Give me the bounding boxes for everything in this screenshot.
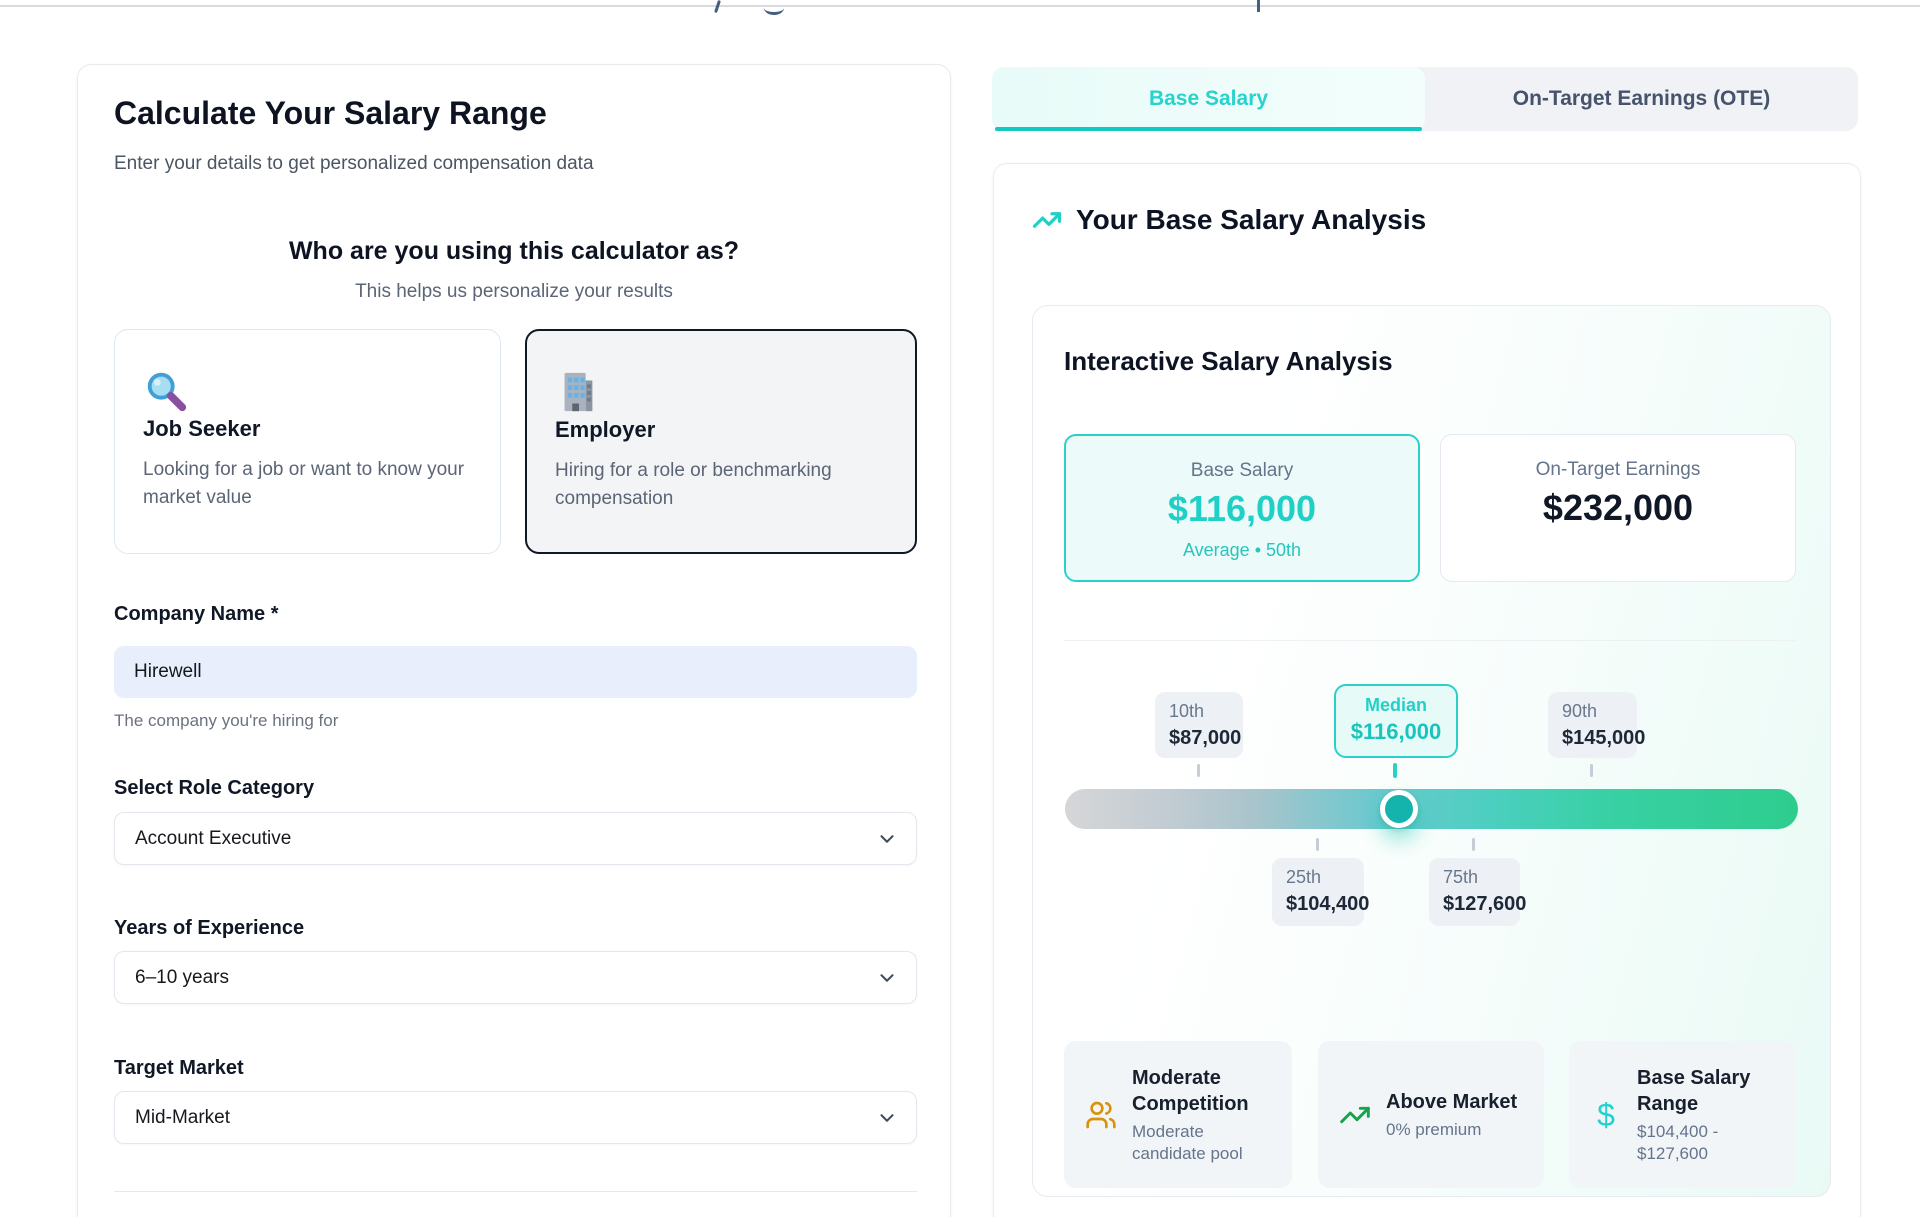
results-tabs: Base Salary On-Target Earnings (OTE)	[992, 67, 1858, 131]
slider-tick-90th	[1590, 764, 1593, 777]
insight-title: Moderate Competition	[1132, 1065, 1276, 1117]
analysis-heading-row: Your Base Salary Analysis	[1032, 204, 1426, 236]
tab-label: On-Target Earnings (OTE)	[1513, 87, 1770, 111]
target-market-select[interactable]: Mid-Market	[114, 1091, 917, 1144]
analysis-result-card: Your Base Salary Analysis Interactive Sa…	[993, 163, 1861, 1217]
form-title: Calculate Your Salary Range	[114, 95, 547, 132]
persona-option-job-seeker[interactable]: Job Seeker Looking for a job or want to …	[114, 329, 501, 554]
slider-tick-25th	[1316, 838, 1319, 851]
salary-calculator-page: Calculate Your Salary Range Enter your d…	[0, 0, 1920, 1217]
form-subtitle: Enter your details to get personalized c…	[114, 153, 594, 175]
active-tab-underline	[995, 127, 1422, 131]
persona-option-employer[interactable]: Employer Hiring for a role or benchmarki…	[525, 329, 917, 554]
percentile-value: $104,400	[1286, 893, 1364, 916]
percentile-label: Median	[1336, 695, 1456, 716]
insight-card-salary-range: $ Base Salary Range $104,400 - $127,600	[1569, 1041, 1796, 1188]
salary-slider-thumb[interactable]	[1380, 790, 1418, 828]
experience-label: Years of Experience	[114, 917, 304, 940]
stat-label: On-Target Earnings	[1441, 459, 1795, 481]
role-category-label: Select Role Category	[114, 777, 314, 800]
percentile-value: $87,000	[1169, 727, 1243, 750]
top-header-divider	[0, 5, 1920, 7]
chevron-down-icon	[876, 967, 898, 989]
trending-up-icon	[1338, 1099, 1372, 1131]
experience-select[interactable]: 6–10 years	[114, 951, 917, 1004]
office-building-icon	[555, 369, 601, 415]
percentile-pill-75th: 75th $127,600	[1429, 858, 1520, 926]
insight-title: Above Market	[1386, 1089, 1517, 1115]
magnifier-icon	[143, 368, 189, 414]
percentile-label: 25th	[1286, 867, 1364, 888]
slider-tick-75th	[1472, 838, 1475, 851]
insight-subtitle: $104,400 - $127,600	[1637, 1121, 1780, 1165]
tab-base-salary[interactable]: Base Salary	[992, 67, 1425, 131]
stat-note: Average • 50th	[1066, 540, 1418, 561]
insight-card-market-position: Above Market 0% premium	[1318, 1041, 1544, 1188]
analysis-heading: Your Base Salary Analysis	[1076, 204, 1426, 236]
tab-label: Base Salary	[1149, 87, 1268, 111]
percentile-value: $127,600	[1443, 893, 1520, 916]
role-category-select[interactable]: Account Executive	[114, 812, 917, 865]
stat-value: $116,000	[1066, 488, 1418, 530]
target-market-label: Target Market	[114, 1057, 244, 1080]
percentile-label: 90th	[1562, 701, 1637, 722]
analysis-divider	[1064, 640, 1796, 641]
target-market-value: Mid-Market	[135, 1107, 230, 1129]
percentile-pill-median: Median $116,000	[1334, 684, 1458, 758]
percentile-value: $116,000	[1336, 719, 1456, 745]
stat-value: $232,000	[1441, 487, 1795, 529]
percentile-label: 10th	[1169, 701, 1243, 722]
company-name-helper: The company you're hiring for	[114, 711, 338, 731]
stat-card-base-salary[interactable]: Base Salary $116,000 Average • 50th	[1064, 434, 1420, 582]
insight-subtitle: 0% premium	[1386, 1119, 1517, 1141]
company-name-label: Company Name *	[114, 603, 279, 626]
calculator-form-card: Calculate Your Salary Range Enter your d…	[77, 64, 951, 1217]
experience-value: 6–10 years	[135, 967, 229, 989]
insight-card-competition: Moderate Competition Moderate candidate …	[1064, 1041, 1292, 1188]
persona-description: Hiring for a role or benchmarking compen…	[555, 457, 885, 513]
dollar-icon: $	[1589, 1099, 1623, 1131]
insight-subtitle: Moderate candidate pool	[1132, 1121, 1276, 1165]
interactive-analysis-title: Interactive Salary Analysis	[1064, 346, 1393, 377]
persona-description: Looking for a job or want to know your m…	[143, 456, 473, 512]
tab-on-target-earnings[interactable]: On-Target Earnings (OTE)	[1425, 67, 1858, 131]
stat-card-ote[interactable]: On-Target Earnings $232,000	[1440, 434, 1796, 582]
percentile-label: 75th	[1443, 867, 1520, 888]
company-name-input[interactable]	[114, 646, 917, 698]
salary-slider-track[interactable]	[1065, 789, 1798, 829]
chevron-down-icon	[876, 828, 898, 850]
chevron-down-icon	[876, 1107, 898, 1129]
persona-title: Job Seeker	[143, 416, 260, 442]
form-section-divider	[114, 1191, 917, 1192]
slider-tick-median	[1393, 763, 1397, 778]
users-icon	[1084, 1099, 1118, 1131]
slider-tick-10th	[1197, 764, 1200, 777]
persona-heading: Who are you using this calculator as?	[78, 237, 950, 266]
persona-subheading: This helps us personalize your results	[78, 281, 950, 303]
trending-up-icon	[1032, 205, 1062, 235]
interactive-analysis-panel: Interactive Salary Analysis Base Salary …	[1032, 305, 1831, 1197]
clipped-header-text-fragment	[1257, 0, 1260, 12]
stat-label: Base Salary	[1066, 460, 1418, 482]
persona-title: Employer	[555, 417, 655, 443]
percentile-pill-90th: 90th $145,000	[1548, 692, 1637, 758]
percentile-value: $145,000	[1562, 727, 1637, 750]
percentile-pill-25th: 25th $104,400	[1272, 858, 1364, 926]
insight-title: Base Salary Range	[1637, 1065, 1780, 1117]
percentile-pill-10th: 10th $87,000	[1155, 692, 1243, 758]
role-category-value: Account Executive	[135, 828, 291, 850]
clipped-header-text-fragment	[764, 1, 784, 15]
